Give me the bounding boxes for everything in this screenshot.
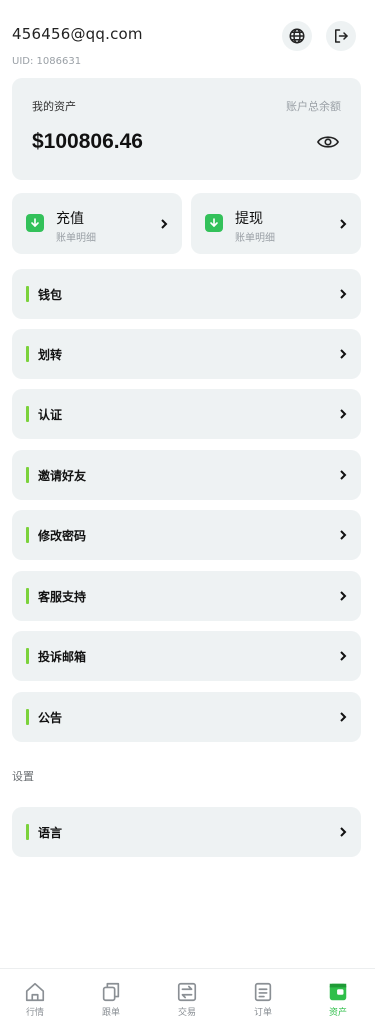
accent-bar	[26, 406, 29, 422]
chevron-right-icon	[340, 712, 347, 722]
accent-bar	[26, 527, 29, 543]
logout-icon	[335, 29, 348, 43]
withdraw-title: 提现	[235, 211, 263, 227]
accent-bar	[26, 824, 29, 840]
bottom-tab-bar: 行情 跟单 交易 订单 资产	[0, 968, 375, 1024]
copy-icon	[102, 982, 120, 1002]
asset-title: 我的资产	[32, 100, 76, 113]
toggle-visibility-button[interactable]	[316, 134, 340, 154]
tab-label: 行情	[25, 1008, 44, 1018]
menu-item-complaint-email[interactable]: 投诉邮箱	[12, 631, 361, 681]
chevron-right-icon	[340, 349, 347, 359]
menu-item-invite-friends[interactable]: 邀请好友	[12, 450, 361, 500]
chevron-right-icon	[340, 651, 347, 661]
tab-label: 跟单	[101, 1008, 120, 1018]
tab-market[interactable]: 行情	[12, 981, 58, 1021]
tab-trade[interactable]: 交易	[164, 981, 210, 1021]
user-email: 456456@qq.com	[12, 25, 143, 43]
chevron-right-icon	[340, 530, 347, 540]
menu-item-label: 语言	[38, 826, 63, 840]
settings-section-label: 设置	[12, 770, 34, 783]
orders-icon	[254, 982, 272, 1002]
accent-bar	[26, 346, 29, 362]
menu-item-label: 投诉邮箱	[38, 650, 87, 664]
chevron-right-icon	[340, 827, 347, 837]
chevron-right-icon	[340, 409, 347, 419]
asset-card: 我的资产 账户总余额 $100806.46	[12, 78, 361, 180]
tab-label: 交易	[177, 1008, 196, 1018]
home-icon	[25, 982, 45, 1002]
chevron-right-icon	[340, 219, 347, 229]
tab-copy-trading[interactable]: 跟单	[88, 981, 134, 1021]
menu-item-label: 邀请好友	[38, 469, 87, 483]
download-icon	[26, 214, 44, 232]
logout-button[interactable]	[326, 21, 356, 51]
accent-bar	[26, 648, 29, 664]
deposit-button[interactable]: 充值 账单明细	[12, 193, 182, 254]
tab-orders[interactable]: 订单	[240, 981, 286, 1021]
language-globe-button[interactable]	[282, 21, 312, 51]
user-uid: UID: 1086631	[12, 56, 82, 67]
menu-item-language[interactable]: 语言	[12, 807, 361, 857]
exchange-icon	[177, 982, 197, 1002]
globe-icon	[289, 28, 305, 44]
menu-item-announcements[interactable]: 公告	[12, 692, 361, 742]
menu-item-verification[interactable]: 认证	[12, 389, 361, 439]
menu-item-label: 钱包	[38, 288, 63, 302]
accent-bar	[26, 286, 29, 302]
tab-label: 资产	[328, 1008, 347, 1018]
header: 456456@qq.com UID: 1086631	[0, 0, 375, 80]
menu-item-label: 修改密码	[38, 529, 87, 543]
wallet-icon	[329, 983, 347, 1001]
menu-item-label: 公告	[38, 711, 63, 725]
accent-bar	[26, 467, 29, 483]
menu-item-transfer[interactable]: 划转	[12, 329, 361, 379]
withdraw-button[interactable]: 提现 账单明细	[191, 193, 361, 254]
withdraw-subtitle: 账单明细	[235, 233, 275, 244]
menu-item-label: 认证	[38, 408, 63, 422]
eye-icon	[316, 136, 340, 148]
deposit-title: 充值	[56, 211, 84, 227]
tab-assets[interactable]: 资产	[315, 981, 361, 1021]
download-icon	[205, 214, 223, 232]
menu-item-wallet[interactable]: 钱包	[12, 269, 361, 319]
accent-bar	[26, 709, 29, 725]
chevron-right-icon	[161, 219, 168, 229]
tab-label: 订单	[253, 1008, 272, 1018]
deposit-subtitle: 账单明细	[56, 233, 96, 244]
chevron-right-icon	[340, 591, 347, 601]
menu-item-customer-support[interactable]: 客服支持	[12, 571, 361, 621]
asset-total-label: 账户总余额	[286, 100, 341, 113]
asset-amount: $100806.46	[32, 130, 143, 153]
chevron-right-icon	[340, 289, 347, 299]
menu-item-label: 客服支持	[38, 590, 87, 604]
accent-bar	[26, 588, 29, 604]
menu-item-label: 划转	[38, 348, 63, 362]
menu-item-change-password[interactable]: 修改密码	[12, 510, 361, 560]
chevron-right-icon	[340, 470, 347, 480]
